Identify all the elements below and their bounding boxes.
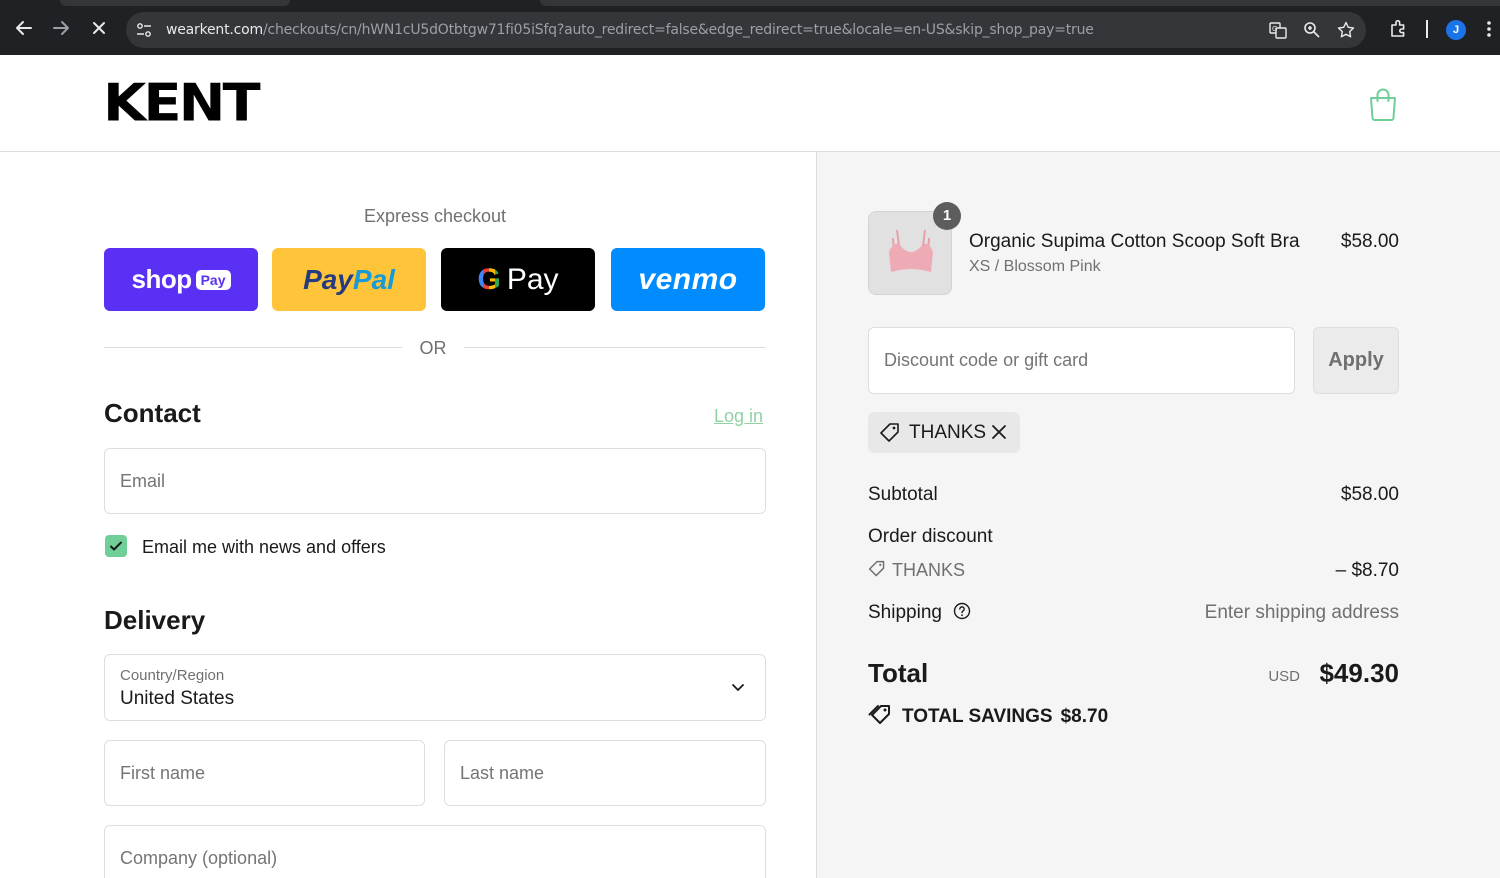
url-host: wearkent.com	[166, 22, 263, 38]
product-variant: XS / Blossom Pink	[969, 258, 1101, 275]
first-name-field[interactable]	[104, 740, 425, 806]
paypal-button[interactable]: PayPal	[272, 248, 426, 311]
store-header: KENT	[0, 55, 1500, 152]
shop-pay-pill: Pay	[195, 269, 231, 290]
subtotal-label: Subtotal	[868, 484, 938, 505]
email-field[interactable]	[104, 448, 766, 514]
shipping-label-row: Shipping	[868, 602, 971, 624]
shop-pay-word: shop	[131, 264, 192, 294]
contact-title: Contact	[104, 398, 201, 428]
newsletter-label[interactable]: Email me with news and offers	[142, 537, 386, 558]
total-label: Total	[868, 658, 929, 688]
address-bar[interactable]: wearkent.com/checkouts/cn/hWN1cU5dOtbtgw…	[126, 12, 1366, 48]
stop-loading-icon[interactable]	[88, 17, 110, 39]
back-arrow-icon[interactable]	[13, 17, 35, 39]
venmo-word: venmo	[638, 262, 738, 296]
company-field[interactable]	[104, 825, 766, 878]
total-savings-value: $8.70	[1060, 706, 1109, 727]
tag-icon	[880, 423, 899, 442]
shopping-bag-icon[interactable]	[1368, 87, 1398, 121]
browser-chrome: wearkent.com/checkouts/cn/hWN1cU5dOtbtgw…	[0, 0, 1500, 55]
toolbar-separator	[1426, 20, 1428, 38]
or-divider: OR	[104, 338, 766, 358]
google-g-icon: G	[477, 262, 501, 296]
country-label: Country/Region	[120, 667, 225, 684]
url-text[interactable]: wearkent.com/checkouts/cn/hWN1cU5dOtbtgw…	[166, 22, 1094, 38]
paypal-word-part2: Pal	[352, 263, 395, 295]
checkout-form: Express checkout shop Pay PayPal G Pay v…	[0, 152, 816, 878]
last-name-input[interactable]	[445, 741, 765, 805]
divider-line	[464, 347, 766, 348]
total-savings-label: TOTAL SAVINGS	[902, 706, 1053, 727]
shop-pay-button[interactable]: shop Pay	[104, 248, 258, 311]
applied-discount-chip: THANKS	[868, 412, 1020, 453]
browser-menu-icon[interactable]	[1486, 18, 1496, 40]
country-value: United States	[120, 688, 235, 709]
order-discount-code-row: THANKS	[868, 560, 965, 581]
translate-icon[interactable]: G	[1269, 21, 1287, 39]
product-price: $58.00	[1340, 231, 1399, 252]
site-settings-icon[interactable]	[136, 22, 152, 38]
apply-button[interactable]: Apply	[1313, 327, 1399, 394]
remove-discount-icon[interactable]	[990, 423, 1008, 441]
order-discount-label: Order discount	[868, 526, 993, 547]
bookmark-star-icon[interactable]	[1337, 21, 1355, 39]
express-checkout-title: Express checkout	[363, 206, 507, 226]
forward-arrow-icon[interactable]	[50, 17, 72, 39]
shipping-value: Enter shipping address	[1204, 602, 1399, 623]
shipping-label: Shipping	[868, 602, 942, 623]
company-input[interactable]	[105, 826, 765, 878]
browser-tab[interactable]	[540, 0, 1500, 6]
delivery-title: Delivery	[104, 605, 206, 635]
venmo-button[interactable]: venmo	[611, 248, 765, 311]
product-name: Organic Supima Cotton Scoop Soft Bra	[969, 231, 1300, 252]
store-logo[interactable]: KENT	[103, 78, 261, 130]
quantity-badge: 1	[933, 202, 961, 230]
help-circle-icon[interactable]	[953, 602, 971, 620]
login-link[interactable]: Log in	[714, 406, 763, 427]
country-select[interactable]: Country/Region United States	[104, 654, 766, 721]
chevron-down-icon	[732, 684, 744, 691]
extensions-icon[interactable]	[1389, 19, 1409, 39]
svg-text:G: G	[1272, 25, 1277, 33]
total-value: $49.30	[1319, 658, 1399, 688]
paypal-word-part1: Pay	[303, 263, 353, 295]
google-pay-button[interactable]: G Pay	[441, 248, 595, 311]
browser-tab[interactable]	[60, 0, 290, 6]
google-pay-word: Pay	[506, 262, 559, 296]
savings-tag-icon	[868, 705, 890, 724]
divider-line	[104, 347, 402, 348]
newsletter-checkbox[interactable]	[105, 535, 127, 557]
profile-avatar[interactable]: J	[1446, 20, 1466, 40]
order-discount-code: THANKS	[892, 560, 966, 580]
order-summary: 1 Organic Supima Cotton Scoop Soft Bra X…	[816, 152, 1500, 878]
applied-discount-code: THANKS	[909, 422, 987, 443]
total-currency: USD	[1268, 668, 1300, 685]
subtotal-value: $58.00	[1340, 484, 1399, 505]
last-name-field[interactable]	[444, 740, 766, 806]
total-savings-row: TOTAL SAVINGS $8.70	[868, 704, 1108, 728]
tag-icon	[868, 560, 885, 577]
discount-input[interactable]	[869, 328, 1294, 393]
checkmark-icon	[110, 541, 122, 551]
discount-field[interactable]	[868, 327, 1295, 394]
zoom-icon[interactable]	[1303, 21, 1321, 39]
email-input[interactable]	[105, 449, 765, 513]
first-name-input[interactable]	[105, 741, 424, 805]
order-discount-value: – $8.70	[1335, 560, 1399, 581]
url-path: /checkouts/cn/hWN1cU5dOtbtgw71fi05iSfq?a…	[262, 22, 1094, 38]
or-text: OR	[419, 338, 447, 358]
product-thumbnail: 1	[868, 202, 961, 295]
